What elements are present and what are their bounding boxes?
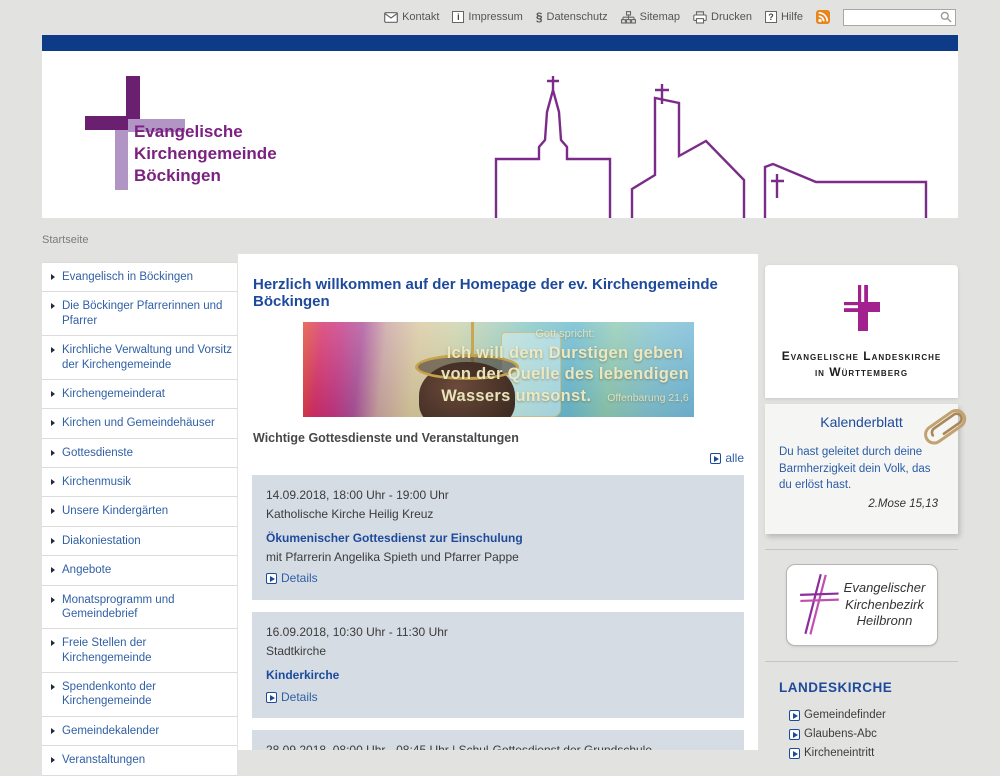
sidebar-item[interactable]: Spendenkonto der Kirchengemeinde — [42, 672, 237, 716]
banner-line-2: von der Quelle des lebendigen — [441, 364, 690, 385]
event-card: 16.09.2018, 10:30 Uhr - 11:30 Uhr Stadtk… — [252, 612, 744, 718]
info-icon: i — [452, 11, 464, 23]
kalenderblatt-verse: Du hast geleitet durch deine Barmherzigk… — [779, 444, 944, 494]
banner-line-1: Ich will dem Durstigen geben — [441, 343, 690, 364]
datenschutz-label: Datenschutz — [547, 11, 608, 23]
event-details-link[interactable]: Details — [266, 571, 318, 585]
banner-source: Offenbarung 21,6 — [607, 392, 689, 404]
kontakt-link[interactable]: Kontakt — [384, 11, 439, 23]
page-title: Herzlich willkommen auf der Homepage der… — [253, 276, 743, 310]
search-box — [843, 9, 956, 26]
banner-line-3: Wassers umsonst. — [441, 386, 591, 407]
sitemap-link[interactable]: Sitemap — [621, 11, 680, 24]
kirchenbezirk-heilbronn-logo[interactable]: Evangelischer Kirchenbezirk Heilbronn — [786, 564, 938, 646]
accent-bar — [42, 35, 958, 51]
sidebar-item[interactable]: Kirchengemeinderat — [42, 379, 237, 408]
kalenderblatt-source: 2.Mose 15,13 — [779, 498, 944, 510]
sidebar-item[interactable]: Unsere Kindergärten — [42, 496, 237, 525]
sitemap-icon — [621, 11, 636, 24]
datenschutz-link[interactable]: § Datenschutz — [536, 11, 608, 23]
sidebar-nav: Evangelisch in Böckingen Die Böckinger P… — [42, 262, 237, 776]
utility-bar: Kontakt i Impressum § Datenschutz Sitema… — [0, 0, 1000, 34]
banner-intro: Gott spricht: — [441, 328, 690, 340]
sidebar-item[interactable]: Gemeindekalender — [42, 716, 237, 745]
event-card: 28.09.2018, 08:00 Uhr - 08:45 Uhr | Schu… — [252, 730, 744, 750]
drucken-label: Drucken — [711, 11, 752, 23]
play-icon — [789, 748, 800, 759]
banner-scripture-text: Gott spricht: Ich will dem Durstigen geb… — [441, 328, 690, 407]
divider — [765, 661, 958, 662]
church-skyline-graphic — [482, 70, 942, 218]
wuerttemberg-cross-icon — [843, 285, 881, 331]
sidebar-item[interactable]: Angebote — [42, 555, 237, 584]
sidebar-item[interactable]: Diakoniestation — [42, 526, 237, 555]
paperclip-icon — [916, 406, 980, 450]
landeskirche-link[interactable]: Gemeindefinder — [789, 709, 958, 721]
help-icon: ? — [765, 11, 777, 23]
event-location: Stadtkirche — [266, 642, 730, 661]
kalenderblatt-widget[interactable]: Kalenderblatt Du hast geleitet durch dei… — [765, 404, 958, 534]
landeskirche-link[interactable]: Glaubens-Abc — [789, 728, 958, 740]
kirchenbezirk-logo-text: Evangelischer Kirchenbezirk Heilbronn — [839, 580, 931, 631]
impressum-label: Impressum — [468, 11, 522, 23]
kontakt-label: Kontakt — [402, 11, 439, 23]
search-input[interactable] — [847, 12, 937, 23]
drucken-link[interactable]: Drucken — [693, 11, 752, 24]
landeskirche-heading: LANDESKIRCHE — [779, 680, 958, 695]
rss-icon — [816, 10, 830, 24]
event-details-link[interactable]: Details — [266, 690, 318, 704]
paragraph-icon: § — [536, 11, 543, 23]
main-content: Herzlich willkommen auf der Homepage der… — [238, 254, 758, 750]
logo-line-2: Kirchengemeinde — [134, 143, 277, 165]
rss-button[interactable] — [816, 10, 830, 24]
landeskirche-wuerttemberg-logo[interactable]: Evangelische Landeskirche in Württemberg — [765, 265, 958, 398]
play-icon — [789, 710, 800, 721]
envelope-icon — [384, 12, 398, 23]
wuerttemberg-logo-text: Evangelische Landeskirche in Württemberg — [765, 348, 958, 380]
breadcrumb: Startseite — [42, 234, 88, 246]
play-icon — [266, 573, 277, 584]
event-date: 14.09.2018, 18:00 Uhr - 19:00 Uhr — [266, 486, 730, 505]
site-header: Evangelische Kirchengemeinde Böckingen — [42, 51, 958, 218]
sidebar-item[interactable]: Gottesdienste — [42, 438, 237, 467]
page: { "topbar": { "links": [ { "label": "Kon… — [0, 0, 1000, 750]
event-date: 28.09.2018, 08:00 Uhr - 08:45 Uhr | Schu… — [266, 741, 730, 750]
hilfe-label: Hilfe — [781, 11, 803, 23]
sitemap-label: Sitemap — [640, 11, 680, 23]
event-card: 14.09.2018, 18:00 Uhr - 19:00 Uhr Kathol… — [252, 475, 744, 600]
sidebar-item[interactable]: Kirchen und Gemeindehäuser — [42, 408, 237, 437]
events-heading: Wichtige Gottesdienste und Veranstaltung… — [253, 431, 743, 445]
play-icon — [266, 692, 277, 703]
play-icon — [789, 729, 800, 740]
sidebar-item[interactable]: Evangelisch in Böckingen — [42, 262, 237, 291]
event-title-link[interactable]: Kinderkirche — [266, 666, 730, 685]
kirchenbezirk-cross-icon — [795, 571, 839, 639]
search-icon[interactable] — [940, 11, 952, 23]
hilfe-link[interactable]: ? Hilfe — [765, 11, 803, 23]
logo-line-1: Evangelische — [134, 121, 277, 143]
event-description: mit Pfarrerin Angelika Spieth und Pfarre… — [266, 548, 730, 567]
sidebar-item[interactable]: Die Böckinger Pfarrerinnen und Pfarrer — [42, 291, 237, 335]
printer-icon — [693, 11, 707, 24]
event-title-link[interactable]: Ökumenischer Gottesdienst zur Einschulun… — [266, 529, 730, 548]
sidebar-item[interactable]: Freie Stellen der Kirchengemeinde — [42, 628, 237, 672]
site-logo-title[interactable]: Evangelische Kirchengemeinde Böckingen — [134, 121, 277, 186]
landeskirche-links: Gemeindefinder Glaubens-Abc Kircheneintr… — [765, 709, 958, 759]
landeskirche-link[interactable]: Kircheneintritt — [789, 747, 958, 759]
event-date: 16.09.2018, 10:30 Uhr - 11:30 Uhr — [266, 623, 730, 642]
sidebar-item[interactable]: Monatsprogramm und Gemeindebrief — [42, 585, 237, 629]
sidebar-item[interactable]: Kirchenmusik — [42, 467, 237, 496]
event-location: Katholische Kirche Heilig Kreuz — [266, 505, 730, 524]
divider — [765, 549, 958, 550]
right-sidebar: Evangelische Landeskirche in Württemberg… — [765, 255, 958, 766]
all-events-link[interactable]: alle — [710, 451, 744, 465]
play-icon — [710, 453, 721, 464]
all-events-row: alle — [252, 449, 744, 467]
logo-line-3: Böckingen — [134, 165, 277, 187]
impressum-link[interactable]: i Impressum — [452, 11, 522, 23]
scripture-banner-image: Gott spricht: Ich will dem Durstigen geb… — [303, 322, 694, 417]
sidebar-item[interactable]: Kirchliche Verwaltung und Vorsitz der Ki… — [42, 335, 237, 379]
